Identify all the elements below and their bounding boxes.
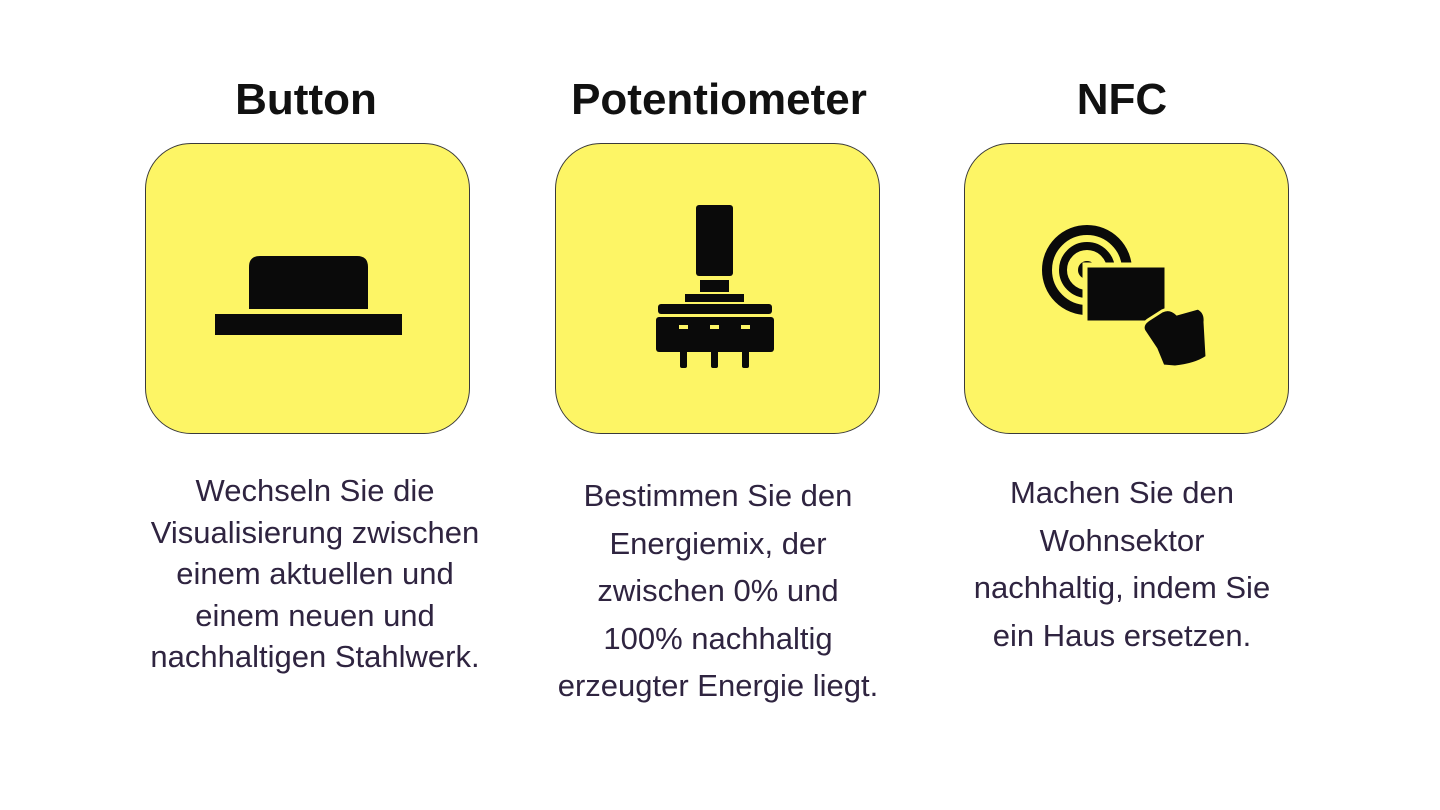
tile-button [145,143,470,434]
card-description-potentiometer: Bestimmen Sie den Energiemix, der zwisch… [557,478,879,703]
card-title-button: Button [235,75,377,124]
tile-nfc [964,143,1289,434]
potentiometer-icon [656,205,774,368]
push-button-icon [215,256,402,335]
card-description-nfc: Machen Sie den Wohnsektor nachhaltig, in… [973,475,1271,653]
interaction-overview: Button Wechseln Sie die Visualisierung z… [0,0,1440,810]
tile-potentiometer [555,143,880,434]
card-description-button: Wechseln Sie die Visualisierung zwischen… [150,473,480,674]
card-title-nfc: NFC [1076,75,1168,124]
nfc-card-tap-icon [1042,225,1209,369]
card-title-potentiometer: Potentiometer [571,75,867,124]
